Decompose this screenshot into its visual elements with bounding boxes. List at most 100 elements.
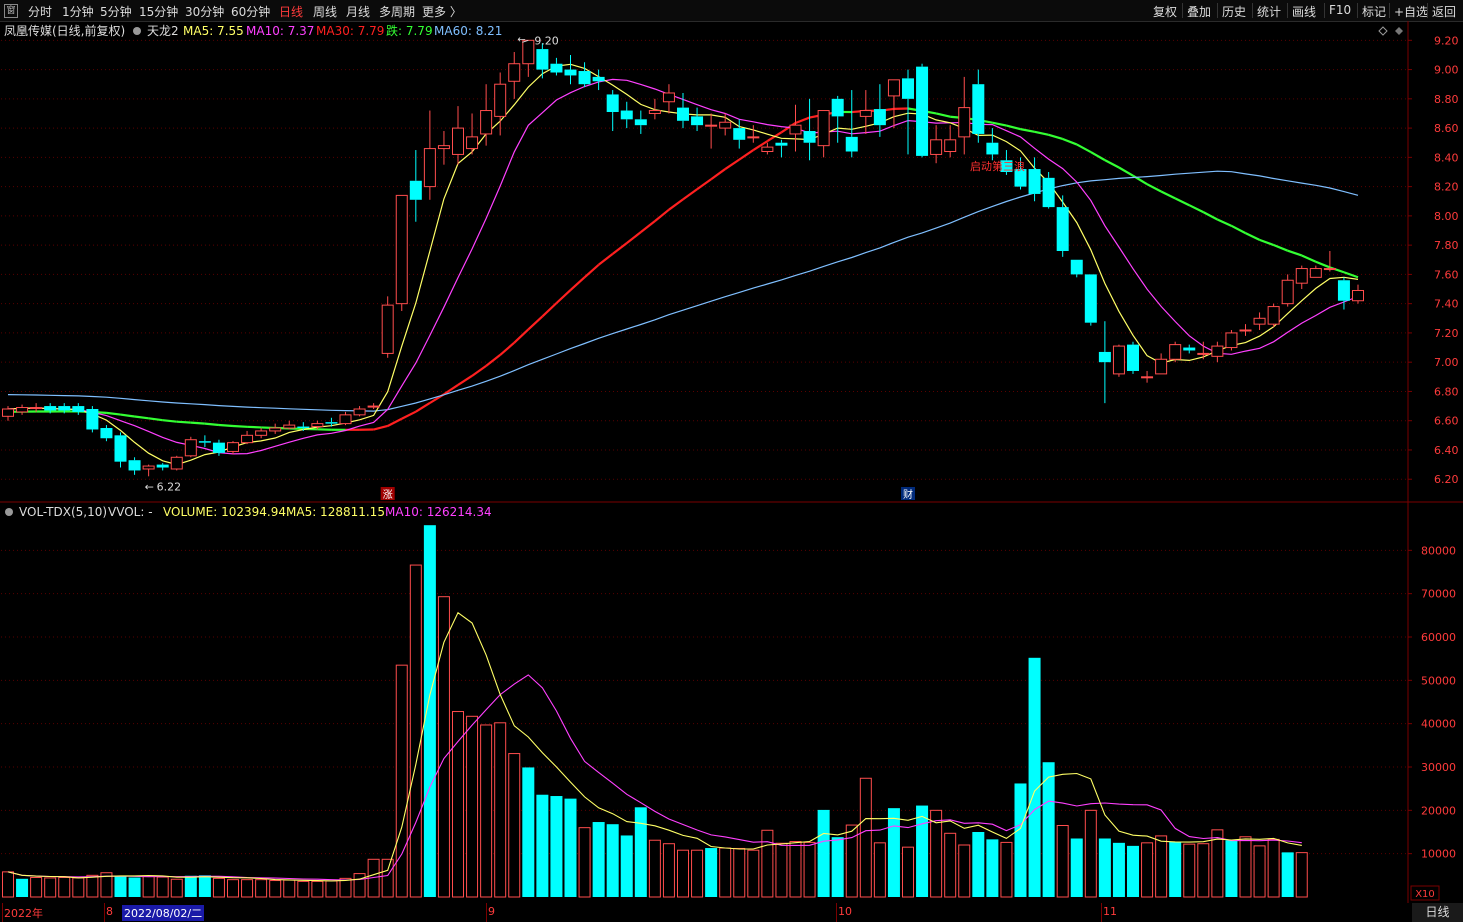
toolbar-button-1[interactable]: 叠加 <box>1187 3 1211 20</box>
candlestick-series <box>2 39 1364 477</box>
toolbar-button-2[interactable]: 历史 <box>1222 3 1246 20</box>
volume-bar-down <box>1127 845 1139 897</box>
indicator-toggle-icon[interactable] <box>133 27 141 35</box>
period-tab-10[interactable]: 更多 〉 <box>422 3 462 20</box>
candle <box>395 194 408 311</box>
ma30-segment <box>1188 204 1204 214</box>
period-tab-0[interactable]: 分时 <box>28 3 52 20</box>
ma30-segment <box>583 263 600 279</box>
toolbar-separator <box>1389 3 1390 18</box>
volume-bar-up <box>227 879 239 898</box>
window-icon[interactable]: 窗 <box>4 4 18 18</box>
candle-body-up <box>283 424 296 429</box>
high-price-label: 9.20 <box>534 34 559 47</box>
diamond-icon[interactable] <box>1378 26 1388 36</box>
period-tab-2[interactable]: 5分钟 <box>100 3 132 20</box>
ma30-segment <box>668 198 684 211</box>
volume-bar-up <box>1197 843 1210 898</box>
candle-body-down <box>606 94 619 113</box>
candle <box>1337 277 1350 310</box>
chart-annotations: 凤凰传媒(日线,前复权) 天龙2 MA5: 7.55 MA10: 7.37 MA30: … <box>4 23 1440 901</box>
candle-body-up <box>30 407 43 410</box>
toolbar-button-7[interactable]: +自选 <box>1394 3 1428 20</box>
period-tab-1[interactable]: 1分钟 <box>62 3 94 20</box>
candle-body-down <box>536 49 549 70</box>
volume-legend-title: VOL-TDX(5,10) <box>19 505 107 519</box>
toolbar-button-3[interactable]: 统计 <box>1257 3 1281 20</box>
ma30-segment <box>654 208 670 222</box>
candle <box>142 464 155 477</box>
volume-bar-down <box>114 875 127 897</box>
date-axis-tick <box>104 903 105 922</box>
ma30-segment <box>134 415 149 420</box>
candle <box>831 95 844 143</box>
volume-bar-up <box>72 877 85 898</box>
ma30-segment <box>1315 260 1331 269</box>
volume-bar-up <box>466 715 479 898</box>
ma30-segment <box>682 188 698 201</box>
candle <box>1323 250 1336 272</box>
candle-body-up <box>494 83 507 117</box>
candle <box>508 52 521 99</box>
period-tab-4[interactable]: 30分钟 <box>185 3 224 20</box>
candle-body-down <box>1042 177 1055 208</box>
ma10-line <box>7 78 1359 455</box>
volume-bar-down <box>1070 838 1083 897</box>
candle-body-up <box>452 127 464 155</box>
cai-marker: 财 <box>903 488 913 501</box>
volume-bar-up <box>902 846 914 898</box>
candle-body-up <box>887 79 900 97</box>
price-tick-label: 9.20 <box>1434 34 1459 47</box>
candle <box>1211 341 1224 363</box>
candle-body-up <box>269 427 282 432</box>
toolbar-button-6[interactable]: 标记 <box>1362 3 1386 20</box>
period-tab-5[interactable]: 60分钟 <box>231 3 270 20</box>
period-tab-8[interactable]: 月线 <box>346 3 370 20</box>
ma30-segment <box>247 425 262 429</box>
candle <box>156 463 169 471</box>
ma30-segment <box>1076 143 1092 154</box>
volume-tick-label: 70000 <box>1421 588 1456 601</box>
candle-body-down <box>212 442 225 453</box>
candle <box>691 107 704 132</box>
volume-bar-up <box>269 880 282 898</box>
toolbar-button-8[interactable]: 返回 <box>1432 3 1456 20</box>
volume-bar-down <box>1014 783 1027 897</box>
diamond-icon[interactable] <box>1395 27 1403 35</box>
candle-body-down <box>1127 344 1139 371</box>
period-tab-7[interactable]: 周线 <box>313 3 337 20</box>
candle-body-up <box>747 136 760 139</box>
toolbar-button-0[interactable]: 复权 <box>1153 3 1177 20</box>
price-tick-label: 7.80 <box>1434 239 1459 252</box>
kline-chart[interactable]: 6.20 6.40 6.60 6.80 7.00 7.20 7.40 7.60 7.80 8.00… <box>0 21 1463 922</box>
volume-bar-down <box>606 824 619 897</box>
candle <box>817 110 830 158</box>
period-tab-9[interactable]: 多周期 <box>379 3 415 20</box>
ma30-segment <box>710 168 726 181</box>
volume-bar-up <box>873 842 886 898</box>
toolbar-button-5[interactable]: F10 <box>1329 3 1351 17</box>
ma30-segment <box>513 328 530 344</box>
candle-body-up <box>719 121 732 129</box>
candle-body-up <box>1267 306 1280 325</box>
ma30-segment <box>148 417 163 422</box>
ma30-segment <box>1287 249 1303 257</box>
volume-indicator-toggle-icon[interactable] <box>5 508 13 516</box>
candle <box>1239 324 1252 336</box>
period-tab-6[interactable]: 日线 <box>279 3 303 20</box>
period-indicator[interactable]: 日线 <box>1412 903 1463 922</box>
volume-bar-down <box>831 837 844 897</box>
candle-body-up <box>789 124 802 135</box>
candle <box>1281 274 1294 307</box>
candle-body-down <box>873 109 886 126</box>
volume-bar-up <box>241 879 254 898</box>
candle-body-down <box>677 107 689 121</box>
candle <box>775 139 788 158</box>
toolbar-button-4[interactable]: 画线 <box>1292 3 1316 20</box>
volume-bar-down <box>1098 838 1111 897</box>
period-tab-3[interactable]: 15分钟 <box>139 3 178 20</box>
candle-body-up <box>311 423 324 428</box>
candle <box>902 69 914 155</box>
candle <box>1155 353 1168 375</box>
ma30-segment <box>1062 137 1078 146</box>
